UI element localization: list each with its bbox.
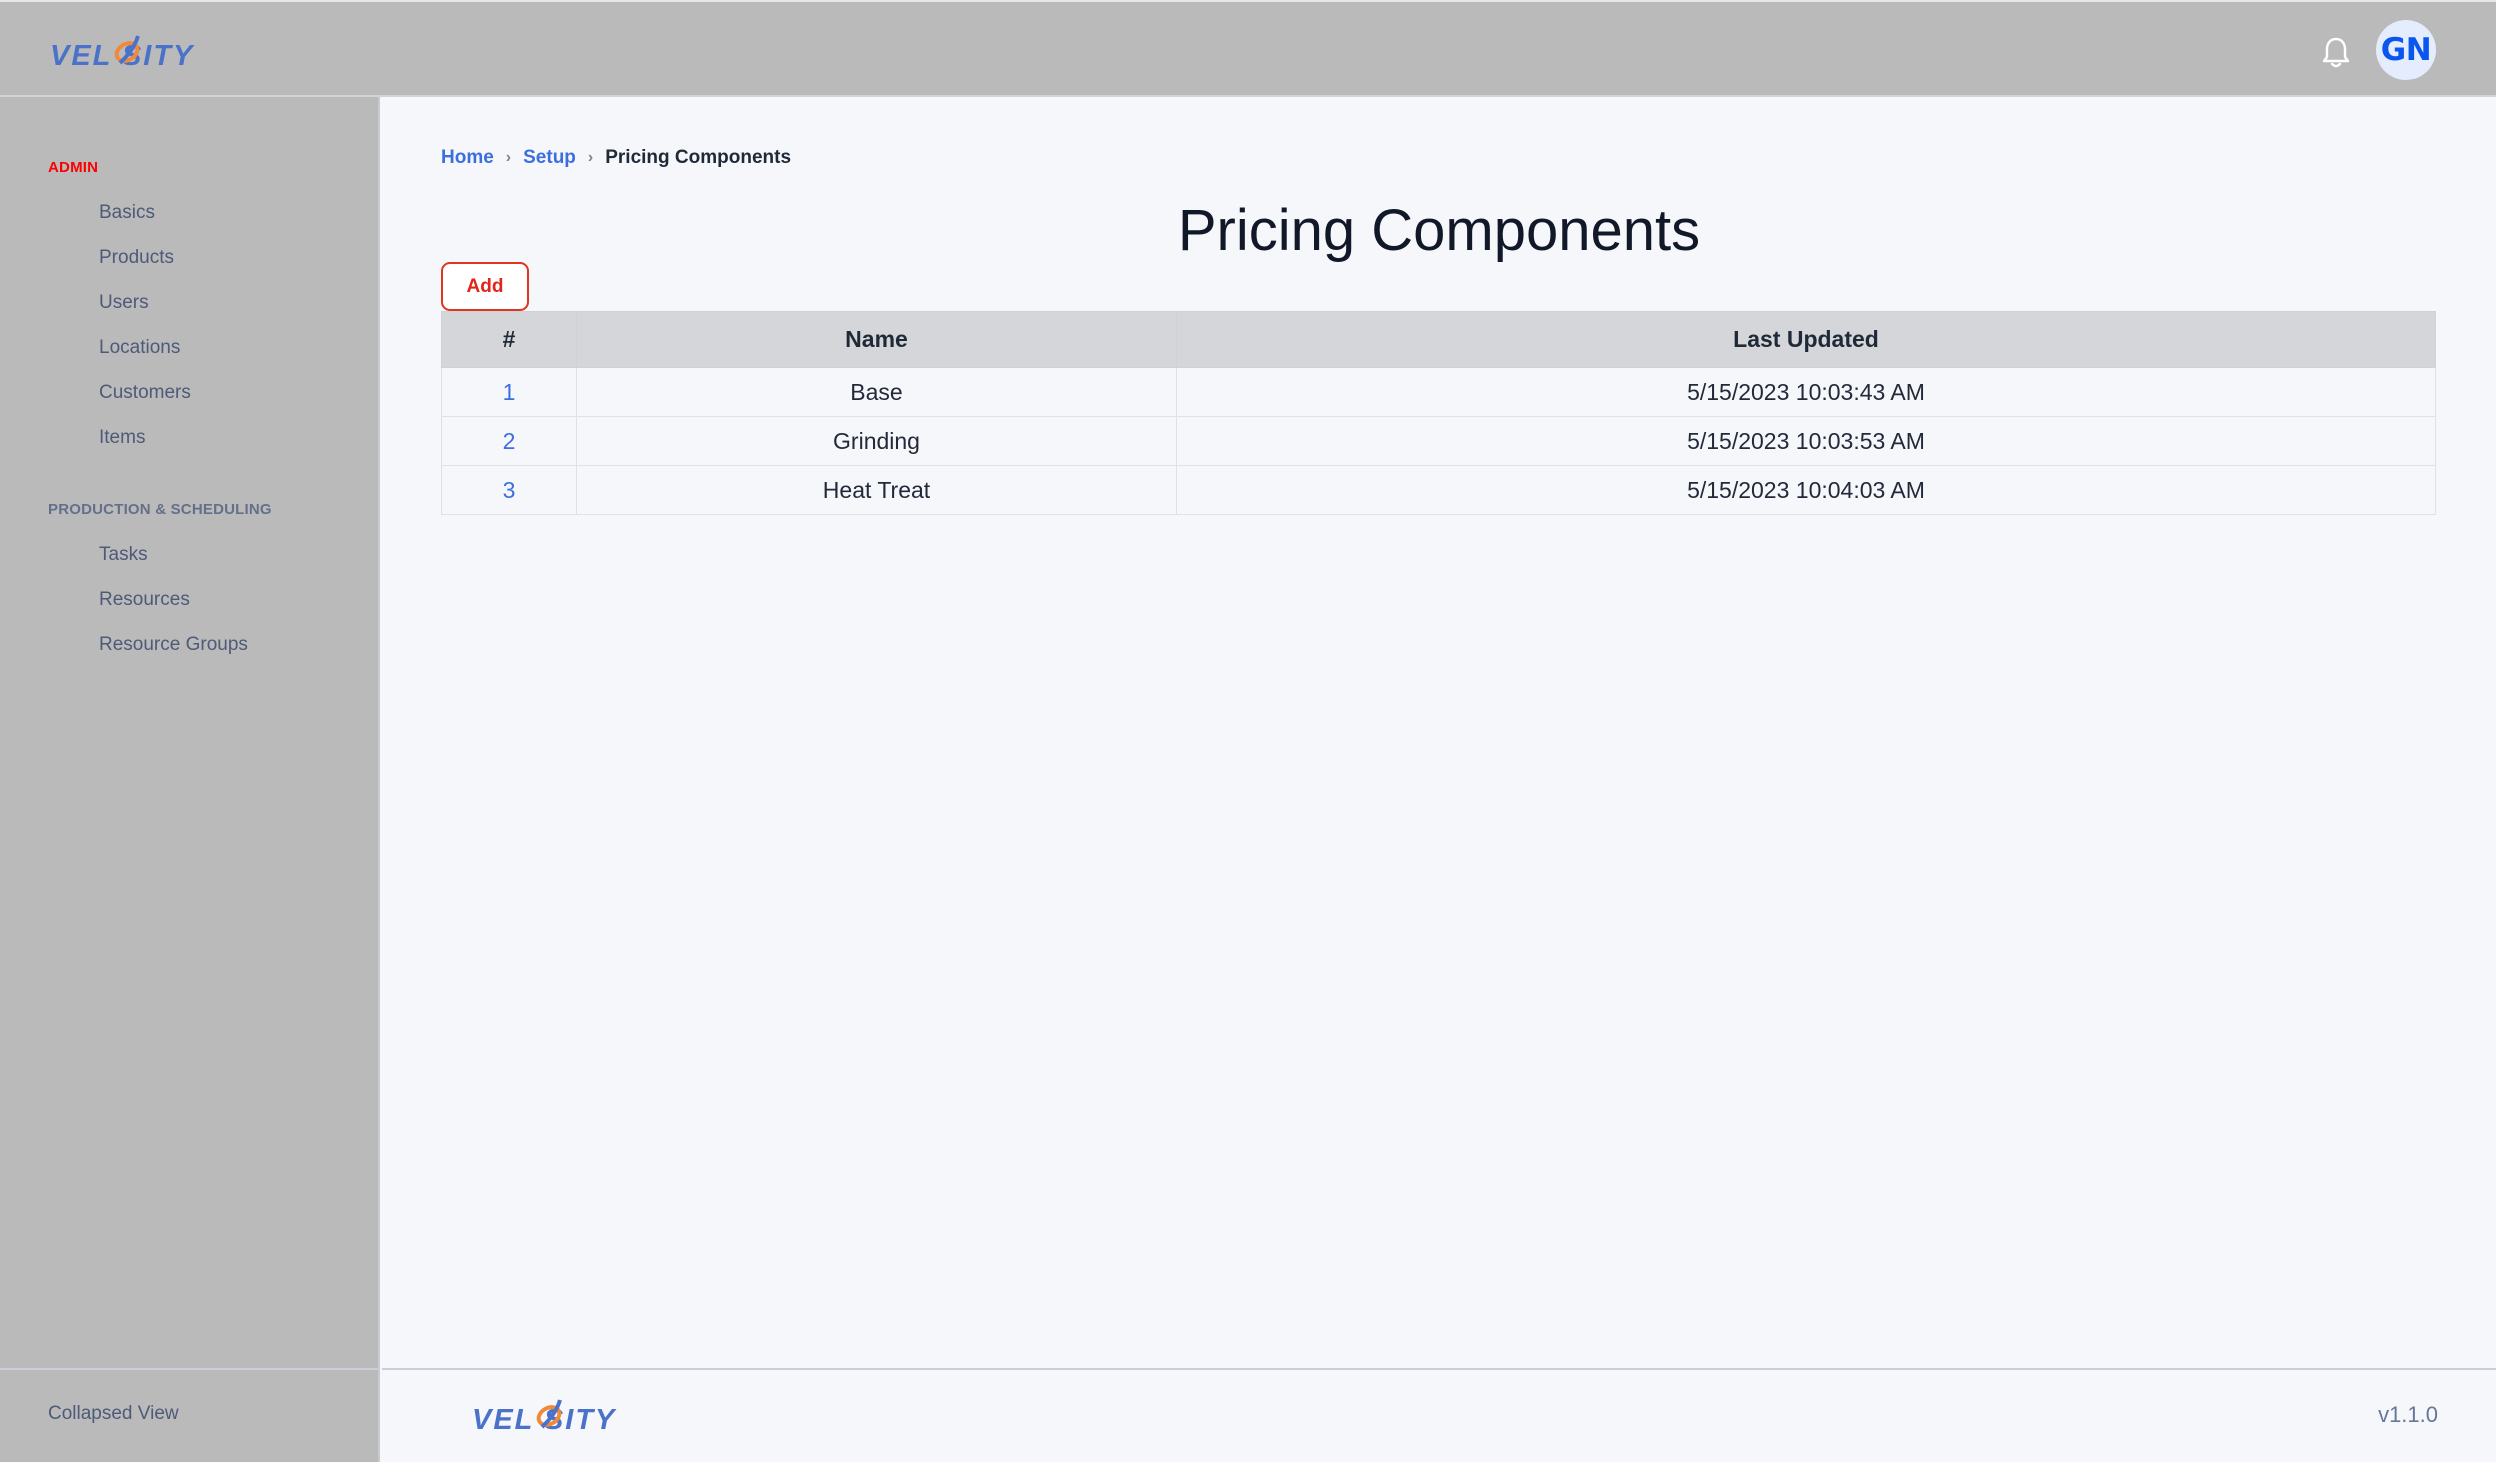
column-header-number[interactable]: # [441, 311, 577, 368]
column-header-name[interactable]: Name [576, 311, 1177, 368]
row-number-cell: 3 [441, 465, 577, 515]
row-number-link[interactable]: 3 [503, 477, 516, 503]
breadcrumb-home[interactable]: Home [441, 147, 494, 169]
sidebar-item-items[interactable]: Items [99, 427, 145, 449]
row-last-updated-cell: 5/15/2023 10:03:53 AM [1176, 416, 2436, 466]
breadcrumb-current: Pricing Components [605, 147, 792, 168]
sidebar-footer: Collapsed View [0, 1368, 378, 1462]
page-title: Pricing Components [1177, 198, 1701, 263]
sidebar-item-products[interactable]: Products [99, 247, 174, 269]
table-row: 1 Base 5/15/2023 10:03:43 AM [441, 367, 2436, 417]
chevron-right-icon: › [587, 149, 594, 166]
row-last-updated-cell: 5/15/2023 10:03:43 AM [1176, 367, 2436, 417]
row-number-link[interactable]: 1 [503, 379, 516, 405]
sidebar-item-tasks[interactable]: Tasks [99, 544, 148, 566]
sidebar-item-customers[interactable]: Customers [99, 382, 191, 404]
row-last-updated-cell: 5/15/2023 10:04:03 AM [1176, 465, 2436, 515]
sidebar-item-resources[interactable]: Resources [99, 589, 190, 611]
add-button[interactable]: Add [441, 262, 529, 311]
collapsed-view-toggle[interactable]: Collapsed View [48, 1403, 179, 1425]
row-name-cell: Base [576, 367, 1177, 417]
row-number-cell: 1 [441, 367, 577, 417]
breadcrumb: Home › Setup › Pricing Components [441, 147, 791, 169]
footer: VEL SITY v1.1.0 [382, 1368, 2496, 1462]
sidebar-item-basics[interactable]: Basics [99, 202, 155, 224]
user-avatar[interactable]: GN [2376, 20, 2436, 80]
table-row: 2 Grinding 5/15/2023 10:03:53 AM [441, 416, 2436, 466]
sidebar-item-users[interactable]: Users [99, 292, 149, 314]
sidebar-item-locations[interactable]: Locations [99, 337, 180, 359]
sidebar-section-admin: ADMIN [48, 159, 99, 176]
table-header-row: # Name Last Updated [441, 311, 2436, 368]
row-name-cell: Heat Treat [576, 465, 1177, 515]
sidebar-section-production-scheduling: PRODUCTION & SCHEDULING [48, 501, 272, 518]
bell-icon[interactable] [2322, 36, 2350, 68]
column-header-last-updated[interactable]: Last Updated [1176, 311, 2436, 368]
chevron-right-icon: › [505, 149, 512, 166]
app-version: v1.1.0 [2378, 1402, 2438, 1427]
row-number-link[interactable]: 2 [503, 428, 516, 454]
sidebar-item-resource-groups[interactable]: Resource Groups [99, 634, 248, 656]
velosity-logo[interactable]: VEL SITY [48, 30, 236, 70]
main-content: Home › Setup › Pricing Components Pricin… [382, 97, 2496, 1368]
sidebar: ADMIN Basics Products Users Locations Cu… [0, 97, 380, 1462]
row-number-cell: 2 [441, 416, 577, 466]
table-row: 3 Heat Treat 5/15/2023 10:04:03 AM [441, 465, 2436, 515]
pricing-components-table: # Name Last Updated 1 Base 5/15/2023 10:… [441, 311, 2436, 515]
footer-velosity-logo: VEL SITY [470, 1392, 658, 1434]
breadcrumb-setup[interactable]: Setup [523, 147, 576, 169]
top-bar: VEL SITY GN [0, 0, 2496, 97]
row-name-cell: Grinding [576, 416, 1177, 466]
